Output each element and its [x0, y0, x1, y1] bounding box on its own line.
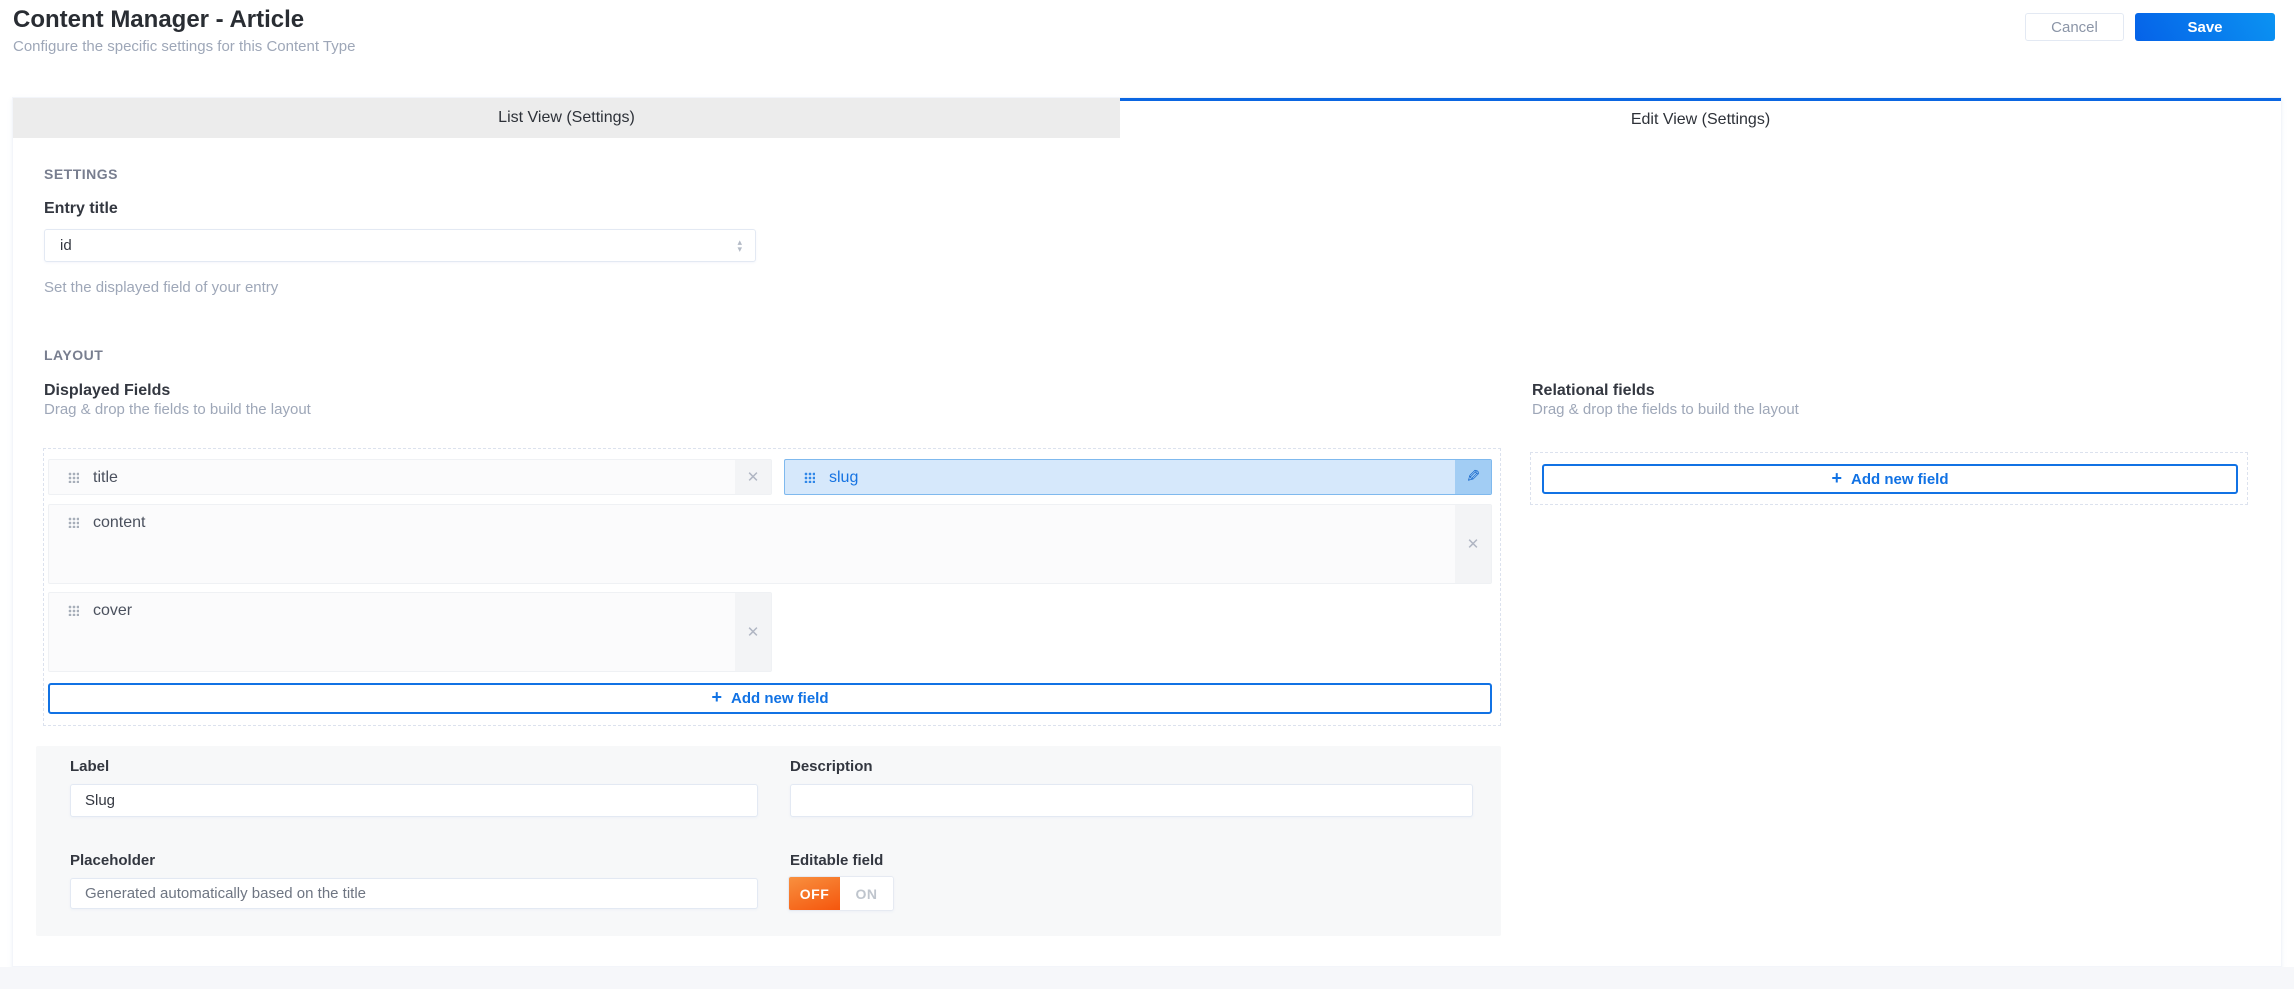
displayed-fields-title: Displayed Fields: [44, 382, 171, 399]
add-new-relational-field-button[interactable]: + Add new field: [1542, 464, 2238, 494]
pencil-icon: ✎: [1465, 467, 1481, 486]
displayed-fields-subtitle: Drag & drop the fields to build the layo…: [44, 401, 311, 418]
view-tabs: List View (Settings) Edit View (Settings…: [13, 98, 2281, 138]
field-card-slug-selected[interactable]: slug ✎: [784, 459, 1492, 495]
settings-section-title: SETTINGS: [44, 166, 119, 182]
cancel-button[interactable]: Cancel: [2025, 13, 2124, 41]
tab-list-view-settings[interactable]: List View (Settings): [13, 98, 1120, 138]
page-subtitle: Configure the specific settings for this…: [13, 38, 356, 55]
plus-icon: +: [711, 687, 722, 707]
label-input[interactable]: [70, 784, 758, 817]
editable-field-toggle: OFF ON: [788, 876, 894, 911]
entry-title-label: Entry title: [44, 200, 118, 217]
remove-field-button[interactable]: ✕: [735, 593, 771, 671]
field-name: slug: [829, 468, 859, 486]
entry-title-help: Set the displayed field of your entry: [44, 279, 279, 296]
field-card-title[interactable]: title ✕: [48, 459, 772, 495]
drag-handle-icon[interactable]: [68, 605, 79, 616]
description-input[interactable]: [790, 784, 1473, 817]
remove-field-button[interactable]: ✕: [1455, 505, 1491, 583]
field-name: cover: [93, 601, 133, 619]
field-card-cover[interactable]: cover ✕: [48, 592, 772, 672]
page-title: Content Manager - Article: [13, 6, 305, 33]
tab-edit-view-settings[interactable]: Edit View (Settings): [1120, 98, 2281, 138]
field-name: content: [93, 513, 146, 531]
toggle-off-button[interactable]: OFF: [789, 877, 840, 910]
relational-fields-subtitle: Drag & drop the fields to build the layo…: [1532, 401, 1799, 418]
relational-fields-dropzone: + Add new field: [1530, 452, 2248, 505]
content-manager-settings-page: Content Manager - Article Configure the …: [0, 0, 2294, 989]
save-button[interactable]: Save: [2135, 13, 2275, 41]
layout-section-title: LAYOUT: [44, 347, 104, 363]
field-name: title: [93, 468, 118, 486]
entry-title-select[interactable]: id ▴ ▾: [44, 229, 756, 262]
drag-handle-icon[interactable]: [68, 517, 79, 528]
drag-handle-icon[interactable]: [68, 472, 79, 483]
remove-field-button[interactable]: ✕: [735, 460, 771, 494]
displayed-fields-dropzone: title ✕ slug ✎ content ✕ cover ✕ + Add n…: [43, 448, 1501, 726]
plus-icon: +: [1831, 467, 1842, 488]
edit-field-button[interactable]: ✎: [1455, 460, 1491, 494]
add-new-field-button[interactable]: + Add new field: [48, 683, 1492, 714]
page-bottom-strip: [0, 967, 2294, 989]
toggle-on-button[interactable]: ON: [840, 877, 893, 910]
placeholder-field-label: Placeholder: [70, 852, 156, 869]
relational-fields-title: Relational fields: [1532, 382, 1655, 399]
entry-title-select-value: id: [60, 237, 72, 254]
select-stepper-icon: ▴ ▾: [737, 236, 742, 254]
settings-panel: List View (Settings) Edit View (Settings…: [12, 97, 2282, 967]
editable-field-label: Editable field: [790, 852, 884, 869]
placeholder-input[interactable]: [70, 878, 758, 909]
drag-handle-icon[interactable]: [804, 472, 815, 483]
field-editor-panel: Label Description Placeholder Editable f…: [36, 746, 1501, 936]
description-field-label: Description: [790, 758, 873, 775]
label-field-label: Label: [70, 758, 110, 775]
field-card-content[interactable]: content ✕: [48, 504, 1492, 584]
